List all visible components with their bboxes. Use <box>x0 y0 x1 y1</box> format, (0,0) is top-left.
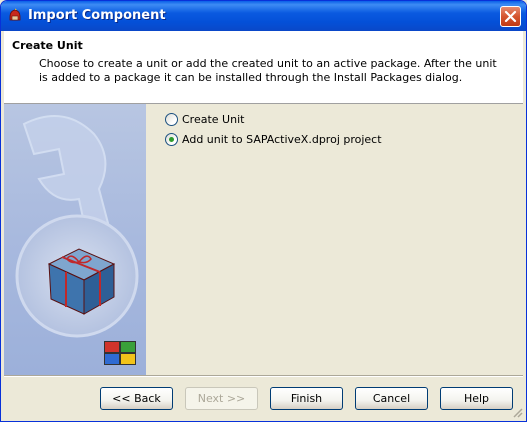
wizard-header: Create Unit Choose to create a unit or a… <box>4 31 523 104</box>
add-to-project-radio[interactable] <box>165 132 178 146</box>
wizard-banner-illustration <box>15 115 139 365</box>
close-icon <box>504 10 517 23</box>
create-unit-radio[interactable] <box>165 112 178 126</box>
import-component-dialog: Import Component Create Unit Choose to c… <box>0 0 527 422</box>
back-button[interactable]: << Back <box>100 387 173 410</box>
next-button[interactable]: Next >> <box>185 387 258 410</box>
create-unit-option[interactable]: Create Unit <box>165 111 244 127</box>
add-to-project-option[interactable]: Add unit to SAPActiveX.dproj project <box>165 131 382 147</box>
wizard-content: Create Unit Add unit to SAPActiveX.dproj… <box>146 104 523 375</box>
finish-button[interactable]: Finish <box>270 387 343 410</box>
page-description: Choose to create a unit or add the creat… <box>39 57 497 84</box>
help-button[interactable]: Help <box>440 387 513 410</box>
create-unit-label[interactable]: Create Unit <box>182 113 244 126</box>
windows-logo-icon <box>104 341 136 365</box>
add-to-project-label[interactable]: Add unit to SAPActiveX.dproj project <box>182 133 382 146</box>
page-title: Create Unit <box>12 39 83 52</box>
delphi-helmet-icon <box>9 8 21 21</box>
resize-grip-icon[interactable] <box>511 406 523 418</box>
cancel-button[interactable]: Cancel <box>355 387 428 410</box>
wizard-banner <box>4 104 146 375</box>
footer-separator <box>4 375 523 377</box>
close-button[interactable] <box>500 6 521 27</box>
title-bar[interactable]: Import Component <box>1 1 526 31</box>
window-title: Import Component <box>28 8 166 23</box>
